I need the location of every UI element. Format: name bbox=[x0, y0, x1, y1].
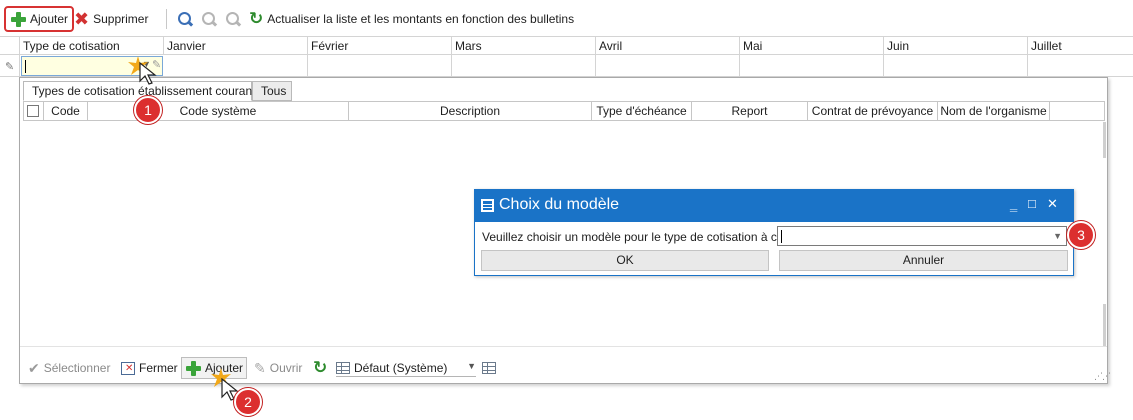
vertical-scrollbar[interactable] bbox=[1103, 122, 1106, 158]
zoom-in-icon bbox=[201, 11, 217, 27]
dialog-title: Choix du modèle bbox=[499, 196, 620, 213]
close-window-icon bbox=[121, 361, 135, 375]
view-settings-button[interactable] bbox=[482, 357, 496, 379]
select-button[interactable]: ✔ Sélectionner bbox=[28, 357, 110, 379]
zoom-out-button[interactable] bbox=[221, 6, 245, 32]
column-header-mai[interactable]: Mai bbox=[739, 37, 883, 55]
edit-row-icon: ✎ bbox=[5, 61, 15, 73]
app-window: Ajouter ✖ Supprimer ↻ Actualiser la list… bbox=[0, 0, 1133, 420]
callout-badge-1: 1 bbox=[134, 96, 162, 124]
grid-cell[interactable] bbox=[307, 55, 451, 77]
column-header-system-code[interactable]: Code système bbox=[87, 102, 348, 120]
column-header-contract[interactable]: Contrat de prévoyance bbox=[807, 102, 937, 120]
chevron-down-icon[interactable]: ▼ bbox=[467, 361, 476, 371]
open-button-label: Ouvrir bbox=[269, 361, 303, 375]
window-icon bbox=[481, 199, 494, 212]
column-header-code[interactable]: Code bbox=[43, 102, 87, 120]
cancel-button[interactable]: Annuler bbox=[779, 250, 1068, 271]
refresh-button[interactable]: ↻ Actualiser la liste et les montants en… bbox=[245, 6, 578, 32]
zoom-out-icon bbox=[225, 11, 241, 27]
add-button[interactable]: Ajouter bbox=[4, 6, 75, 32]
column-header-janvier[interactable]: Janvier bbox=[163, 37, 307, 55]
chevron-down-icon[interactable]: ▼ bbox=[1053, 231, 1062, 241]
search-button[interactable] bbox=[173, 6, 197, 32]
search-icon bbox=[177, 11, 193, 27]
view-selector-value: Défaut (Système) bbox=[354, 360, 448, 375]
close-button[interactable]: Fermer bbox=[121, 357, 178, 379]
delete-icon: ✖ bbox=[74, 9, 90, 29]
lookup-grid-header: Code Code système Description Type d'éch… bbox=[23, 101, 1105, 121]
column-header-organisation[interactable]: Nom de l'organisme bbox=[937, 102, 1049, 120]
lookup-refresh-button[interactable]: ↻ bbox=[313, 357, 327, 379]
maximize-icon[interactable]: □ bbox=[1028, 196, 1036, 211]
grid-view-icon bbox=[336, 361, 350, 374]
add-button-label: Ajouter bbox=[30, 12, 69, 26]
model-combo[interactable]: ▼ bbox=[777, 226, 1067, 246]
column-header-due-type[interactable]: Type d'échéance bbox=[591, 102, 691, 120]
column-header-juillet[interactable]: Juillet bbox=[1027, 37, 1133, 55]
open-button[interactable]: ✎ Ouvrir bbox=[254, 357, 302, 379]
refresh-icon: ↻ bbox=[249, 9, 264, 28]
vertical-scrollbar-lower[interactable] bbox=[1103, 304, 1106, 346]
column-header-avril[interactable]: Avril bbox=[595, 37, 739, 55]
grid-cell[interactable] bbox=[883, 55, 1027, 77]
column-header-juin[interactable]: Juin bbox=[883, 37, 1027, 55]
dialog-prompt: Veuillez choisir un modèle pour le type … bbox=[482, 230, 805, 244]
refresh-icon: ↻ bbox=[313, 358, 328, 377]
grid-header: Type de cotisation Janvier Février Mars … bbox=[0, 36, 1133, 55]
delete-button[interactable]: ✖ Supprimer bbox=[70, 6, 152, 32]
close-button-label: Fermer bbox=[139, 361, 178, 375]
callout-badge-2: 2 bbox=[234, 388, 262, 416]
column-header-type[interactable]: Type de cotisation bbox=[19, 37, 163, 55]
pencil-icon: ✎ bbox=[254, 359, 266, 376]
cursor-icon bbox=[139, 62, 157, 85]
select-button-label: Sélectionner bbox=[43, 361, 111, 375]
ok-button[interactable]: OK bbox=[481, 250, 769, 271]
text-caret bbox=[25, 60, 26, 73]
minimize-icon[interactable]: ‗ bbox=[1010, 196, 1017, 211]
delete-button-label: Supprimer bbox=[93, 12, 149, 26]
grid-cell[interactable] bbox=[1027, 55, 1133, 77]
column-header-fevrier[interactable]: Février bbox=[307, 37, 451, 55]
column-header-report[interactable]: Report bbox=[691, 102, 807, 120]
resize-grip-icon[interactable]: ⋰⋰ bbox=[1094, 371, 1111, 382]
grid-cell[interactable] bbox=[595, 55, 739, 77]
text-caret bbox=[781, 230, 782, 243]
toolbar-separator bbox=[166, 9, 167, 29]
plus-icon bbox=[10, 11, 26, 27]
tab-all[interactable]: Tous bbox=[252, 81, 292, 101]
checkmark-icon: ✔ bbox=[28, 359, 40, 376]
plus-icon bbox=[185, 360, 201, 376]
column-header-empty bbox=[1049, 102, 1104, 120]
main-toolbar: Ajouter ✖ Supprimer ↻ Actualiser la list… bbox=[0, 0, 1133, 36]
grid-cell[interactable] bbox=[739, 55, 883, 77]
select-all-checkbox[interactable] bbox=[27, 105, 39, 117]
tab-current-types[interactable]: Types de cotisation établissement couran… bbox=[23, 81, 261, 101]
lookup-bottom-toolbar: ✔ Sélectionner Fermer Ajouter ✎ Ouvrir ↻… bbox=[20, 346, 1111, 383]
column-header-description[interactable]: Description bbox=[348, 102, 591, 120]
dialog-title-bar[interactable]: Choix du modèle ‗ □ ✕ bbox=[475, 190, 1073, 222]
grid-new-row: ✎ ▼ ✎ bbox=[0, 55, 1133, 77]
column-header-mars[interactable]: Mars bbox=[451, 37, 595, 55]
grid-cell[interactable] bbox=[451, 55, 595, 77]
close-icon[interactable]: ✕ bbox=[1047, 196, 1058, 212]
zoom-in-button[interactable] bbox=[197, 6, 221, 32]
callout-badge-3: 3 bbox=[1067, 221, 1095, 249]
model-choice-dialog: Choix du modèle ‗ □ ✕ Veuillez choisir u… bbox=[474, 189, 1074, 276]
view-selector[interactable]: Défaut (Système) ▼ bbox=[336, 359, 476, 377]
grid-settings-icon bbox=[482, 362, 496, 374]
refresh-button-label: Actualiser la liste et les montants en f… bbox=[267, 12, 575, 26]
